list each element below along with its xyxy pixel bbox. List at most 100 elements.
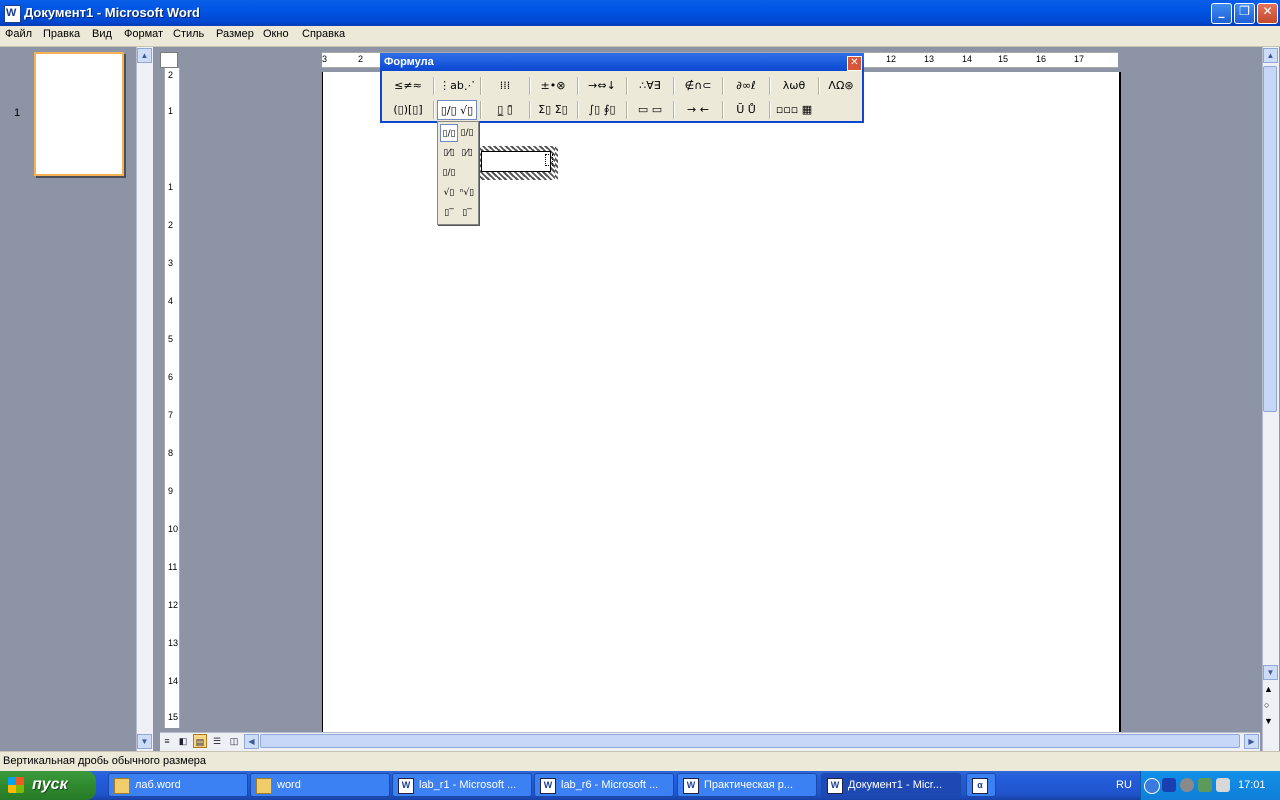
web-layout-view-icon[interactable]: ◧ <box>176 734 190 748</box>
subscript-superscript-templates-button[interactable]: ▯̲ ▯̄ <box>484 100 526 120</box>
logic-palette-button[interactable]: ∴∀∃ <box>629 76 671 96</box>
network-icon[interactable] <box>1198 778 1212 792</box>
speaker-icon[interactable] <box>1180 778 1194 792</box>
word-document-icon: W <box>398 778 414 794</box>
toolbar-separator <box>529 77 531 95</box>
formula-close-icon[interactable]: ✕ <box>847 56 862 71</box>
taskbar-item-document1[interactable]: W Документ1 - Micr... <box>821 773 961 797</box>
bluetooth-icon[interactable] <box>1162 778 1176 792</box>
summation-templates-button[interactable]: Σ▯ Σ▯ <box>532 100 574 120</box>
next-page-icon[interactable]: ▼ <box>1264 716 1273 726</box>
tab-selector[interactable] <box>160 52 178 68</box>
normal-view-icon[interactable]: ≡ <box>160 734 174 748</box>
long-division-template[interactable]: ▯‾ <box>440 204 458 222</box>
ruler-number: 12 <box>168 600 179 610</box>
slash-fraction-template[interactable]: ▯⁄▯ <box>440 144 458 162</box>
outline-view-icon[interactable]: ☰ <box>210 734 224 748</box>
ruler-number: 15 <box>998 54 1009 64</box>
nth-root-template[interactable]: ⁿ√▯ <box>458 184 476 202</box>
taskbar-item-label: word <box>277 779 301 791</box>
ruler-number: 6 <box>168 372 174 382</box>
ruler-number: 3 <box>168 258 174 268</box>
equation-editor-icon: α <box>972 778 988 794</box>
thumbnail-page-number: 1 <box>14 107 21 119</box>
operators-palette-button[interactable]: ±•⊗ <box>532 76 574 96</box>
vertical-scroll-thumb[interactable] <box>1263 66 1277 412</box>
equation-edit-area[interactable] <box>481 151 551 172</box>
fraction-template-dropdown: ▯/▯ ▯/▯ ▯⁄▯ ▯⁄▯ ▯/▯ √▯ ⁿ√▯ ▯‾ ▯‾ <box>437 121 479 225</box>
matrix-templates-button[interactable]: ▫▫▫ ▦ <box>772 100 816 120</box>
greek-lower-palette-button[interactable]: λωθ <box>772 76 816 96</box>
taskbar-item-label: Практическая р... <box>704 779 794 791</box>
vertical-ruler[interactable]: 2 1 1 2 3 4 5 6 7 8 9 10 11 12 13 14 15 <box>164 68 180 728</box>
greek-upper-palette-button[interactable]: ΛΩ⊛ <box>820 76 862 96</box>
long-division-quotient-template[interactable]: ▯‾ <box>458 204 476 222</box>
fraction-radical-templates-button[interactable]: ▯/▯ √▯ <box>437 100 477 120</box>
menu-window[interactable]: Окно <box>263 28 289 40</box>
clock[interactable]: 17:01 <box>1238 779 1266 791</box>
small-slash-fraction-template[interactable]: ▯⁄▯ <box>458 144 476 162</box>
word-app-icon[interactable]: W <box>4 5 21 23</box>
spaces-palette-button[interactable]: ⋮ab⋰ <box>437 76 477 96</box>
menu-file[interactable]: Файл <box>5 28 32 40</box>
taskbar-item-word[interactable]: word <box>250 773 390 797</box>
toolbar-separator <box>433 101 435 119</box>
page-thumbnail[interactable] <box>34 52 124 176</box>
select-browse-object-icon[interactable]: ○ <box>1264 700 1269 710</box>
vertical-fraction-template[interactable]: ▯/▯ <box>440 124 458 142</box>
scroll-right-button[interactable]: ▶ <box>1244 734 1259 749</box>
close-button[interactable]: ✕ <box>1257 3 1278 24</box>
misc-symbols-palette-button[interactable]: ∂∞ℓ <box>725 76 767 96</box>
formula-toolbar-titlebar[interactable] <box>380 53 864 71</box>
taskbar-item-lab-r6[interactable]: Wlab_r6 - Microsoft ... <box>534 773 674 797</box>
relations-palette-button[interactable]: ≤≠≈ <box>386 76 430 96</box>
thumb-scroll-up-button[interactable]: ▲ <box>137 48 152 63</box>
horizontal-scroll-thumb[interactable] <box>260 734 1240 748</box>
ruler-number: 14 <box>962 54 973 64</box>
menu-help[interactable]: Справка <box>302 28 345 40</box>
scroll-down-button[interactable]: ▼ <box>1263 665 1278 680</box>
start-label: пуск <box>32 776 68 793</box>
menu-style[interactable]: Стиль <box>173 28 204 40</box>
thumb-scroll-down-button[interactable]: ▼ <box>137 734 152 749</box>
reading-view-icon[interactable]: ◫ <box>227 734 241 748</box>
square-root-template[interactable]: √▯ <box>440 184 458 202</box>
bar-templates-button[interactable]: ▭ ▭ <box>629 100 671 120</box>
formula-toolbar-title: Формула <box>384 56 434 68</box>
menu-view[interactable]: Вид <box>92 28 112 40</box>
integral-templates-button[interactable]: ∫▯ ∮▯ <box>580 100 624 120</box>
toolbar-separator <box>722 77 724 95</box>
products-set-templates-button[interactable]: Ū Ů <box>725 100 767 120</box>
small-vertical-fraction-template[interactable]: ▯/▯ <box>458 124 476 142</box>
equation-input-slot[interactable] <box>545 154 553 166</box>
toolbar-separator <box>722 101 724 119</box>
baseline-slash-fraction-template[interactable]: ▯/▯ <box>440 164 458 182</box>
toolbar-separator <box>480 77 482 95</box>
menu-format[interactable]: Формат <box>124 28 163 40</box>
minimize-button[interactable]: _ <box>1211 3 1232 24</box>
safely-remove-hardware-icon[interactable] <box>1216 778 1230 792</box>
set-theory-palette-button[interactable]: ∉∩⊂ <box>676 76 720 96</box>
ruler-number: 17 <box>1074 54 1085 64</box>
taskbar-item-practical[interactable]: W Практическая р... <box>677 773 817 797</box>
ruler-number: 5 <box>168 334 174 344</box>
ruler-number: 10 <box>168 524 179 534</box>
menu-edit[interactable]: Правка <box>43 28 80 40</box>
tray-collapse-icon[interactable] <box>1144 778 1160 794</box>
fence-templates-button[interactable]: (▯)[▯] <box>386 100 430 120</box>
labeled-arrow-templates-button[interactable]: → ← <box>676 100 720 120</box>
restore-button[interactable]: ❐ <box>1234 3 1255 24</box>
language-indicator[interactable]: RU <box>1116 779 1132 791</box>
taskbar-item-equation-editor[interactable]: α <box>966 773 996 797</box>
menu-size[interactable]: Размер <box>216 28 254 40</box>
taskbar-item-lab-word[interactable]: лаб.word <box>108 773 248 797</box>
embellishments-palette-button[interactable]: ⁞⁞⁞ <box>484 76 526 96</box>
arrows-palette-button[interactable]: →⇔↓ <box>580 76 624 96</box>
print-layout-view-icon[interactable]: ▤ <box>193 734 207 748</box>
taskbar-item-lab-r1[interactable]: Wlab_r1 - Microsoft ... <box>392 773 532 797</box>
scroll-up-button[interactable]: ▲ <box>1263 48 1278 63</box>
scroll-left-button[interactable]: ◀ <box>244 734 259 749</box>
thumbnail-scrollbar[interactable] <box>136 47 153 751</box>
previous-page-icon[interactable]: ▲ <box>1264 684 1273 694</box>
ruler-number: 2 <box>358 54 364 64</box>
